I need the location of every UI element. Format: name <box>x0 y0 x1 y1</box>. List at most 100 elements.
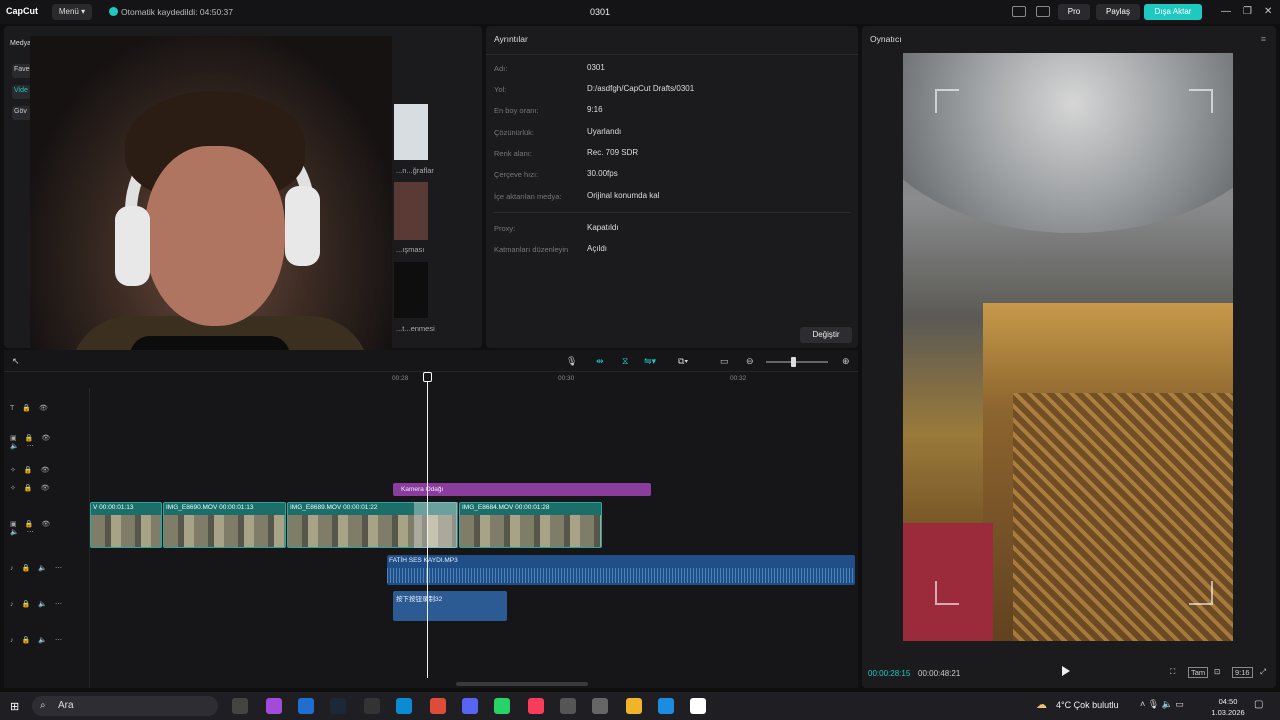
playhead-handle[interactable] <box>423 372 432 382</box>
weather-text[interactable]: 4°C Çok bulutlu <box>1056 700 1119 710</box>
detail-label: Çözünürlük: <box>494 128 535 137</box>
taskbar-clock[interactable]: 04:50 1.03.2026 <box>1206 696 1250 718</box>
fullscreen-icon[interactable]: ⊡ <box>1214 667 1220 676</box>
detail-value: D:/asdfgh/CapCut Drafts/0301 <box>587 84 695 93</box>
effect-track-icon: ✧ <box>10 485 16 492</box>
total-timecode: 00:00:48:21 <box>918 669 961 678</box>
detail-label: Renk alanı: <box>494 149 532 158</box>
store-icon[interactable] <box>658 698 674 714</box>
app-icon[interactable] <box>592 698 608 714</box>
zoom-slider[interactable] <box>766 361 828 363</box>
pro-button[interactable]: Pro <box>1058 4 1090 20</box>
steam-icon[interactable] <box>330 698 346 714</box>
windows-start-icon[interactable]: ⊞ <box>10 700 19 713</box>
media-tab[interactable]: Medya <box>10 40 31 47</box>
track-header-audio: ♪ 🔒 🔈 ⋯ <box>10 564 70 572</box>
maximize-icon[interactable]: ❐ <box>1243 6 1252 17</box>
outlook-icon[interactable] <box>298 698 314 714</box>
volume-icon: 🔈 <box>38 565 47 572</box>
close-icon[interactable]: ✕ <box>1264 6 1272 17</box>
lock-icon: 🔒 <box>21 601 31 608</box>
detail-label: Proxy: <box>494 224 516 233</box>
whatsapp-icon[interactable] <box>494 698 510 714</box>
video-clip[interactable]: IMG_E8690.MOV 00:00:01:13 <box>163 502 286 548</box>
clip-frames <box>91 515 161 547</box>
detail-value: Rec. 709 SDR <box>587 148 639 157</box>
edge-icon[interactable] <box>396 698 412 714</box>
detail-label: Çerçeve hızı: <box>494 170 539 179</box>
capcut-icon[interactable] <box>690 698 706 714</box>
clip-label: IMG_E8684.MOV 00:00:01:28 <box>462 504 550 511</box>
preview-axis-icon[interactable]: ⧉▾ <box>678 356 688 367</box>
music-icon[interactable] <box>528 698 544 714</box>
expand-icon[interactable]: ⤢ <box>1260 667 1266 677</box>
media-thumb[interactable] <box>394 104 428 160</box>
playhead[interactable] <box>427 372 428 678</box>
export-button[interactable]: Dışa Aktar <box>1144 4 1202 20</box>
media-thumb-label: ...ışması <box>396 245 425 254</box>
ratio-button[interactable]: 9:16 <box>1232 667 1253 678</box>
timeline-panel: ↖ 🎙 ⇹ ⧖ ⇋▾ ⧉▾ ▭ ⊖ ⊕ 00:28 00:30 00:32 T 🔒… <box>4 350 858 688</box>
microphone-icon[interactable]: 🎙 <box>566 356 577 367</box>
track-header-overlay: ▣ 🔒 👁 🔈 ⋯ <box>10 434 89 450</box>
timeline-ruler[interactable]: 00:28 00:30 00:32 <box>90 372 858 388</box>
change-button[interactable]: Değiştir <box>800 327 852 343</box>
zoom-in-icon[interactable]: ⊕ <box>842 356 850 367</box>
timeline-scrollbar[interactable] <box>456 682 588 686</box>
shortcuts-icon[interactable] <box>1036 6 1050 17</box>
media-thumb[interactable] <box>394 182 428 240</box>
audio-clip[interactable]: FATİH SES KAYDI.MP3 <box>387 555 855 585</box>
media-thumb-label: ...t...enmesi <box>396 324 435 333</box>
epic-games-icon[interactable] <box>364 698 380 714</box>
video-clip[interactable]: V 00:00:01:13 <box>90 502 162 548</box>
menu-button[interactable]: Menü ▾ <box>52 4 92 20</box>
track-header-effect: ✧ 🔒 👁 <box>10 466 57 474</box>
project-title: 0301 <box>590 7 611 17</box>
copilot-icon[interactable] <box>266 698 282 714</box>
task-view-icon[interactable] <box>232 698 248 714</box>
tray-icons[interactable]: ˄ 🎙 🔈 ▭ <box>1140 699 1184 710</box>
play-icon[interactable] <box>1062 666 1070 676</box>
chrome-icon[interactable] <box>430 698 446 714</box>
audio-clip[interactable]: 按下按钮录制32 <box>393 591 507 621</box>
main-track-magnet-icon[interactable]: ⇹ <box>596 356 604 367</box>
transition-marker[interactable] <box>414 502 458 548</box>
layout-icon[interactable] <box>1012 6 1026 17</box>
taskbar-search[interactable]: ⌕ Ara <box>32 696 218 716</box>
eye-icon: 👁 <box>41 435 51 442</box>
player-title: Oynatıcı <box>870 34 902 44</box>
lock-icon: 🔒 <box>21 565 31 572</box>
effect-clip[interactable]: Kamera Odağı <box>393 483 651 496</box>
menu-label: Menü <box>58 7 79 16</box>
discord-icon[interactable] <box>462 698 478 714</box>
notification-icon[interactable]: ▢ <box>1254 699 1263 710</box>
media-thumb[interactable] <box>394 262 428 318</box>
detail-label: Adı: <box>494 64 508 73</box>
share-button[interactable]: Paylaş <box>1096 4 1140 20</box>
menu-icon[interactable]: ≡ <box>1261 34 1266 44</box>
search-icon: ⌕ <box>40 700 46 711</box>
more-icon: ⋯ <box>54 637 62 644</box>
app-icon[interactable] <box>560 698 576 714</box>
headphone-left <box>115 206 150 286</box>
thumbnail-icon[interactable]: ▭ <box>720 356 729 367</box>
detail-label: Katmanları düzenleyin <box>494 245 569 254</box>
crop-icon[interactable]: ⛶ <box>1170 667 1175 677</box>
fit-button[interactable]: Tam <box>1188 667 1209 678</box>
weather-icon: ☁ <box>1036 699 1047 711</box>
track-header-audio: ♪ 🔒 🔈 ⋯ <box>10 600 70 608</box>
linkage-icon[interactable]: ⇋▾ <box>644 356 656 367</box>
current-timecode: 00:00:28:15 <box>868 669 911 678</box>
file-explorer-icon[interactable] <box>626 698 642 714</box>
video-preview[interactable] <box>903 53 1233 641</box>
auto-snap-icon[interactable]: ⧖ <box>622 356 628 367</box>
minimize-icon[interactable]: — <box>1221 6 1231 17</box>
more-icon: ⋯ <box>54 601 62 608</box>
select-icon[interactable]: ↖ <box>12 356 20 367</box>
video-clip[interactable]: IMG_E8684.MOV 00:00:01:28 <box>459 502 602 548</box>
detail-label: Yol: <box>494 85 507 94</box>
clock-time: 04:50 <box>1218 697 1238 706</box>
clip-label: IMG_E8690.MOV 00:00:01:13 <box>166 504 254 511</box>
zoom-slider-handle[interactable] <box>791 357 796 367</box>
zoom-out-icon[interactable]: ⊖ <box>746 356 754 367</box>
